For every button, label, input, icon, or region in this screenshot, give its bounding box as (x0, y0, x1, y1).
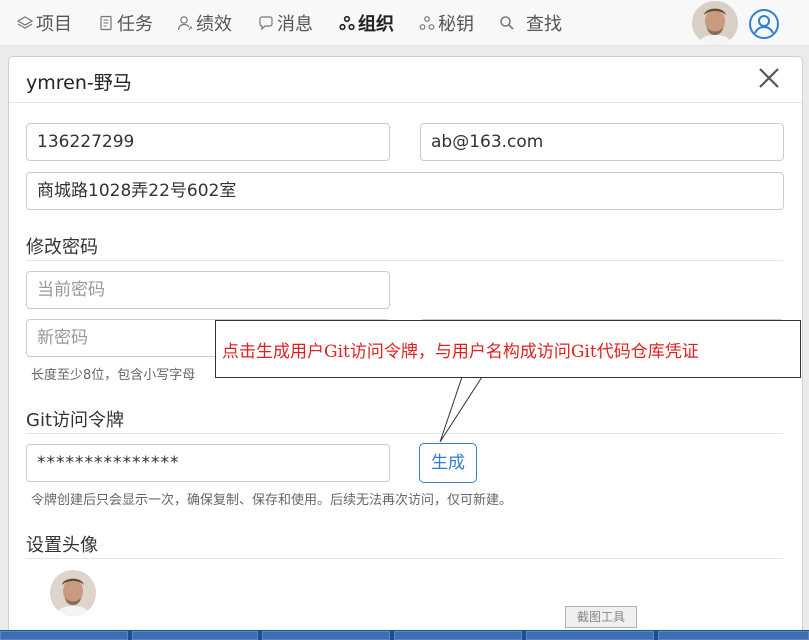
taskbar-button[interactable] (394, 631, 522, 640)
git-token-help-text: 令牌创建后只会显示一次，确保复制、保存和使用。后续无法再次访问，仅可新建。 (31, 493, 513, 508)
taskbar-tooltip: 截图工具 (565, 606, 637, 628)
dialog-title: ymren-野马 (26, 72, 132, 94)
layers-icon (16, 14, 34, 32)
annotation-callout: 点击生成用户Git访问令牌，与用户名构成访问Git代码仓库凭证 (215, 320, 801, 378)
nav-label: 组织 (358, 14, 394, 35)
chat-icon (257, 14, 275, 32)
avatar-upload[interactable] (50, 570, 96, 616)
nav-label: 绩效 (196, 14, 232, 35)
taskbar-button[interactable] (0, 631, 128, 640)
phone-field[interactable]: 136227299 (26, 123, 390, 161)
nav-label: 消息 (277, 14, 313, 35)
nav-item-projects[interactable]: 项目 (16, 11, 72, 35)
top-navbar: 项目 任务 绩效 消息 组织 秘钥 查找 (0, 0, 809, 46)
nav-item-tasks[interactable]: 任务 (97, 11, 153, 35)
nav-avatar[interactable] (692, 1, 738, 45)
address-field[interactable]: 商城路1028弄22号602室 (26, 172, 784, 210)
nav-label: 查找 (526, 14, 562, 35)
git-token-field[interactable]: *************** (26, 444, 390, 482)
close-icon[interactable] (758, 67, 780, 89)
section-divider (26, 260, 783, 261)
nav-label: 任务 (117, 14, 153, 35)
section-divider (26, 558, 783, 559)
nav-label: 秘钥 (438, 14, 474, 35)
nav-label: 项目 (36, 14, 72, 35)
taskbar (0, 630, 809, 640)
org-icon (338, 14, 356, 32)
password-help-text: 长度至少8位，包含小写字母 (31, 368, 196, 383)
nav-item-search[interactable]: 查找 (498, 11, 562, 35)
generate-token-button[interactable]: 生成 (419, 443, 477, 483)
taskbar-button[interactable] (526, 631, 654, 640)
nav-item-secret-keys[interactable]: 秘钥 (418, 11, 474, 35)
avatar-section-title: 设置头像 (26, 535, 98, 556)
callout-text: 点击生成用户Git访问令牌，与用户名构成访问Git代码仓库凭证 (222, 342, 699, 362)
section-divider (26, 433, 783, 434)
taskbar-button[interactable] (262, 631, 390, 640)
password-section-title: 修改密码 (26, 237, 98, 258)
search-icon (498, 14, 516, 32)
user-circle-icon[interactable] (748, 8, 780, 40)
user-chart-icon (176, 14, 194, 32)
task-icon (97, 14, 115, 32)
key-org-icon (418, 14, 436, 32)
current-password-field[interactable]: 当前密码 (26, 271, 390, 309)
taskbar-button[interactable] (658, 631, 809, 640)
dialog-header: ymren-野马 (9, 57, 802, 103)
git-token-section-title: Git访问令牌 (26, 410, 125, 431)
taskbar-button[interactable] (132, 631, 258, 640)
nav-item-messages[interactable]: 消息 (257, 11, 313, 35)
nav-item-organization[interactable]: 组织 (338, 11, 394, 35)
email-field[interactable]: ab@163.com (420, 123, 784, 161)
nav-item-performance[interactable]: 绩效 (176, 11, 232, 35)
